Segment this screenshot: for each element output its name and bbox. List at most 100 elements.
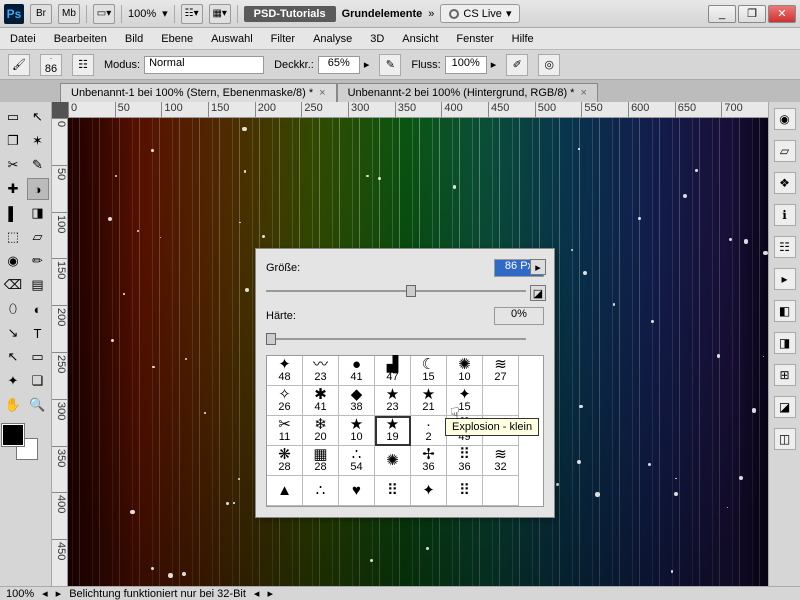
tool-button[interactable]: ✚	[2, 178, 24, 200]
minibridge-button[interactable]: Mb	[58, 4, 80, 24]
brush-preset[interactable]: ∴	[303, 476, 339, 506]
menu-auswahl[interactable]: Auswahl	[211, 33, 253, 45]
brush-panel-toggle[interactable]: ☷	[72, 54, 94, 76]
airbrush-icon[interactable]: ✐	[506, 54, 528, 76]
menu-ebene[interactable]: Ebene	[161, 33, 193, 45]
workspace-name[interactable]: Grundelemente	[342, 8, 423, 20]
tool-button[interactable]: ❏	[27, 370, 49, 392]
brush-preset[interactable]: ⠿	[375, 476, 411, 506]
brush-preset[interactable]: ✦15	[447, 386, 483, 416]
brush-preset[interactable]: ·2	[411, 416, 447, 446]
brush-preset[interactable]: ≋27	[483, 356, 519, 386]
chevron-double-icon[interactable]: »	[428, 8, 434, 20]
brush-preset[interactable]: ✺	[375, 446, 411, 476]
mode-select[interactable]: Normal	[144, 56, 264, 74]
tool-button[interactable]: ▤	[27, 274, 49, 296]
tool-button[interactable]: ◐	[27, 298, 49, 320]
tool-button[interactable]: ▭	[27, 346, 49, 368]
brush-preset[interactable]: ★10	[339, 416, 375, 446]
tool-button[interactable]: ◉	[2, 250, 24, 272]
arrange-button[interactable]: ▦▾	[209, 4, 231, 24]
menu-3d[interactable]: 3D	[370, 33, 384, 45]
menu-datei[interactable]: Datei	[10, 33, 36, 45]
tool-button[interactable]: ↖	[27, 106, 49, 128]
brush-preset[interactable]: ▲	[267, 476, 303, 506]
cs-live-button[interactable]: CS Live▾	[440, 4, 520, 23]
menu-fenster[interactable]: Fenster	[456, 33, 493, 45]
menu-analyse[interactable]: Analyse	[313, 33, 352, 45]
brush-preset[interactable]: ⠿	[447, 476, 483, 506]
hardness-input[interactable]: 0%	[494, 307, 544, 325]
panel-icon[interactable]: ⊞	[774, 364, 796, 386]
tablet-pressure-icon[interactable]: ◎	[538, 54, 560, 76]
menu-bearbeiten[interactable]: Bearbeiten	[54, 33, 107, 45]
zoom-value[interactable]: 100%	[128, 8, 156, 20]
tool-button[interactable]: ✂	[2, 154, 24, 176]
brush-preset[interactable]: ✦48	[267, 356, 303, 386]
brush-preset[interactable]: ✧26	[267, 386, 303, 416]
extras-button[interactable]: ☷▾	[181, 4, 203, 24]
panel-icon[interactable]: ◨	[774, 332, 796, 354]
tool-button[interactable]: ⌫	[2, 274, 24, 296]
tool-button[interactable]: 🔍	[27, 394, 49, 416]
tool-button[interactable]: ✏	[27, 250, 49, 272]
tool-button[interactable]: ▌	[2, 202, 24, 224]
hardness-slider[interactable]	[266, 331, 526, 347]
tutorials-pill[interactable]: PSD-Tutorials	[244, 6, 336, 22]
brush-preset-picker[interactable]: ·86	[40, 54, 62, 76]
tool-button[interactable]: ▭	[2, 106, 24, 128]
menu-bild[interactable]: Bild	[125, 33, 143, 45]
brush-preset[interactable]	[483, 386, 519, 416]
tool-button[interactable]: ⬚	[2, 226, 24, 248]
tool-button[interactable]: ✦	[2, 370, 24, 392]
close-button[interactable]: ✕	[768, 5, 796, 23]
status-zoom[interactable]: 100%	[6, 588, 34, 600]
brush-preset[interactable]: ∴54	[339, 446, 375, 476]
tool-button[interactable]: ↘	[2, 322, 24, 344]
panel-icon[interactable]: ◫	[774, 428, 796, 450]
tool-preset-icon[interactable]: 🖌	[8, 54, 30, 76]
panel-icon[interactable]: ▸	[774, 268, 796, 290]
brush-preset[interactable]: ♥	[339, 476, 375, 506]
maximize-button[interactable]: ❐	[738, 5, 766, 23]
tool-button[interactable]: ⬯	[2, 298, 24, 320]
brush-preset[interactable]: ❋28	[267, 446, 303, 476]
panel-icon[interactable]: ▱	[774, 140, 796, 162]
panel-icon[interactable]: ◧	[774, 300, 796, 322]
brush-preset[interactable]: ✦	[411, 476, 447, 506]
brush-preset[interactable]: ◆38	[339, 386, 375, 416]
brush-preset[interactable]: ●41	[339, 356, 375, 386]
bridge-button[interactable]: Br	[30, 4, 52, 24]
brush-preset[interactable]: ▟47	[375, 356, 411, 386]
brush-preset[interactable]: 〰23	[303, 356, 339, 386]
brush-preset[interactable]: ▦28	[303, 446, 339, 476]
panel-icon[interactable]: ℹ	[774, 204, 796, 226]
close-tab-icon[interactable]: ×	[319, 87, 325, 99]
document-tab[interactable]: Unbenannt-1 bei 100% (Stern, Ebenenmaske…	[60, 83, 337, 102]
panel-icon[interactable]: ◪	[774, 396, 796, 418]
new-preset-icon[interactable]: ◪	[530, 285, 546, 301]
color-swatches[interactable]	[2, 424, 38, 460]
brush-preset[interactable]: ★21	[411, 386, 447, 416]
tool-button[interactable]: ✶	[27, 130, 49, 152]
panel-icon[interactable]: ❖	[774, 172, 796, 194]
brush-preset[interactable]: ★19	[375, 416, 411, 446]
tool-button[interactable]: ◑	[27, 178, 49, 200]
flyout-menu-icon[interactable]: ▸	[530, 259, 546, 275]
panel-icon[interactable]: ◉	[774, 108, 796, 130]
screen-mode-button[interactable]: ▭▾	[93, 4, 115, 24]
menu-hilfe[interactable]: Hilfe	[512, 33, 534, 45]
tool-button[interactable]: ✎	[27, 154, 49, 176]
minimize-button[interactable]: _	[708, 5, 736, 23]
panel-icon[interactable]: ☷	[774, 236, 796, 258]
flow-input[interactable]: 100%	[445, 56, 487, 74]
brush-preset[interactable]: ✢36	[411, 446, 447, 476]
tool-button[interactable]: ✋	[2, 394, 24, 416]
close-tab-icon[interactable]: ×	[580, 87, 586, 99]
brush-preset[interactable]: ≋32	[483, 446, 519, 476]
tool-button[interactable]: ❐	[2, 130, 24, 152]
document-tab[interactable]: Unbenannt-2 bei 100% (Hintergrund, RGB/8…	[337, 83, 598, 102]
menu-ansicht[interactable]: Ansicht	[402, 33, 438, 45]
menu-filter[interactable]: Filter	[271, 33, 295, 45]
brush-preset[interactable]: ❄20	[303, 416, 339, 446]
